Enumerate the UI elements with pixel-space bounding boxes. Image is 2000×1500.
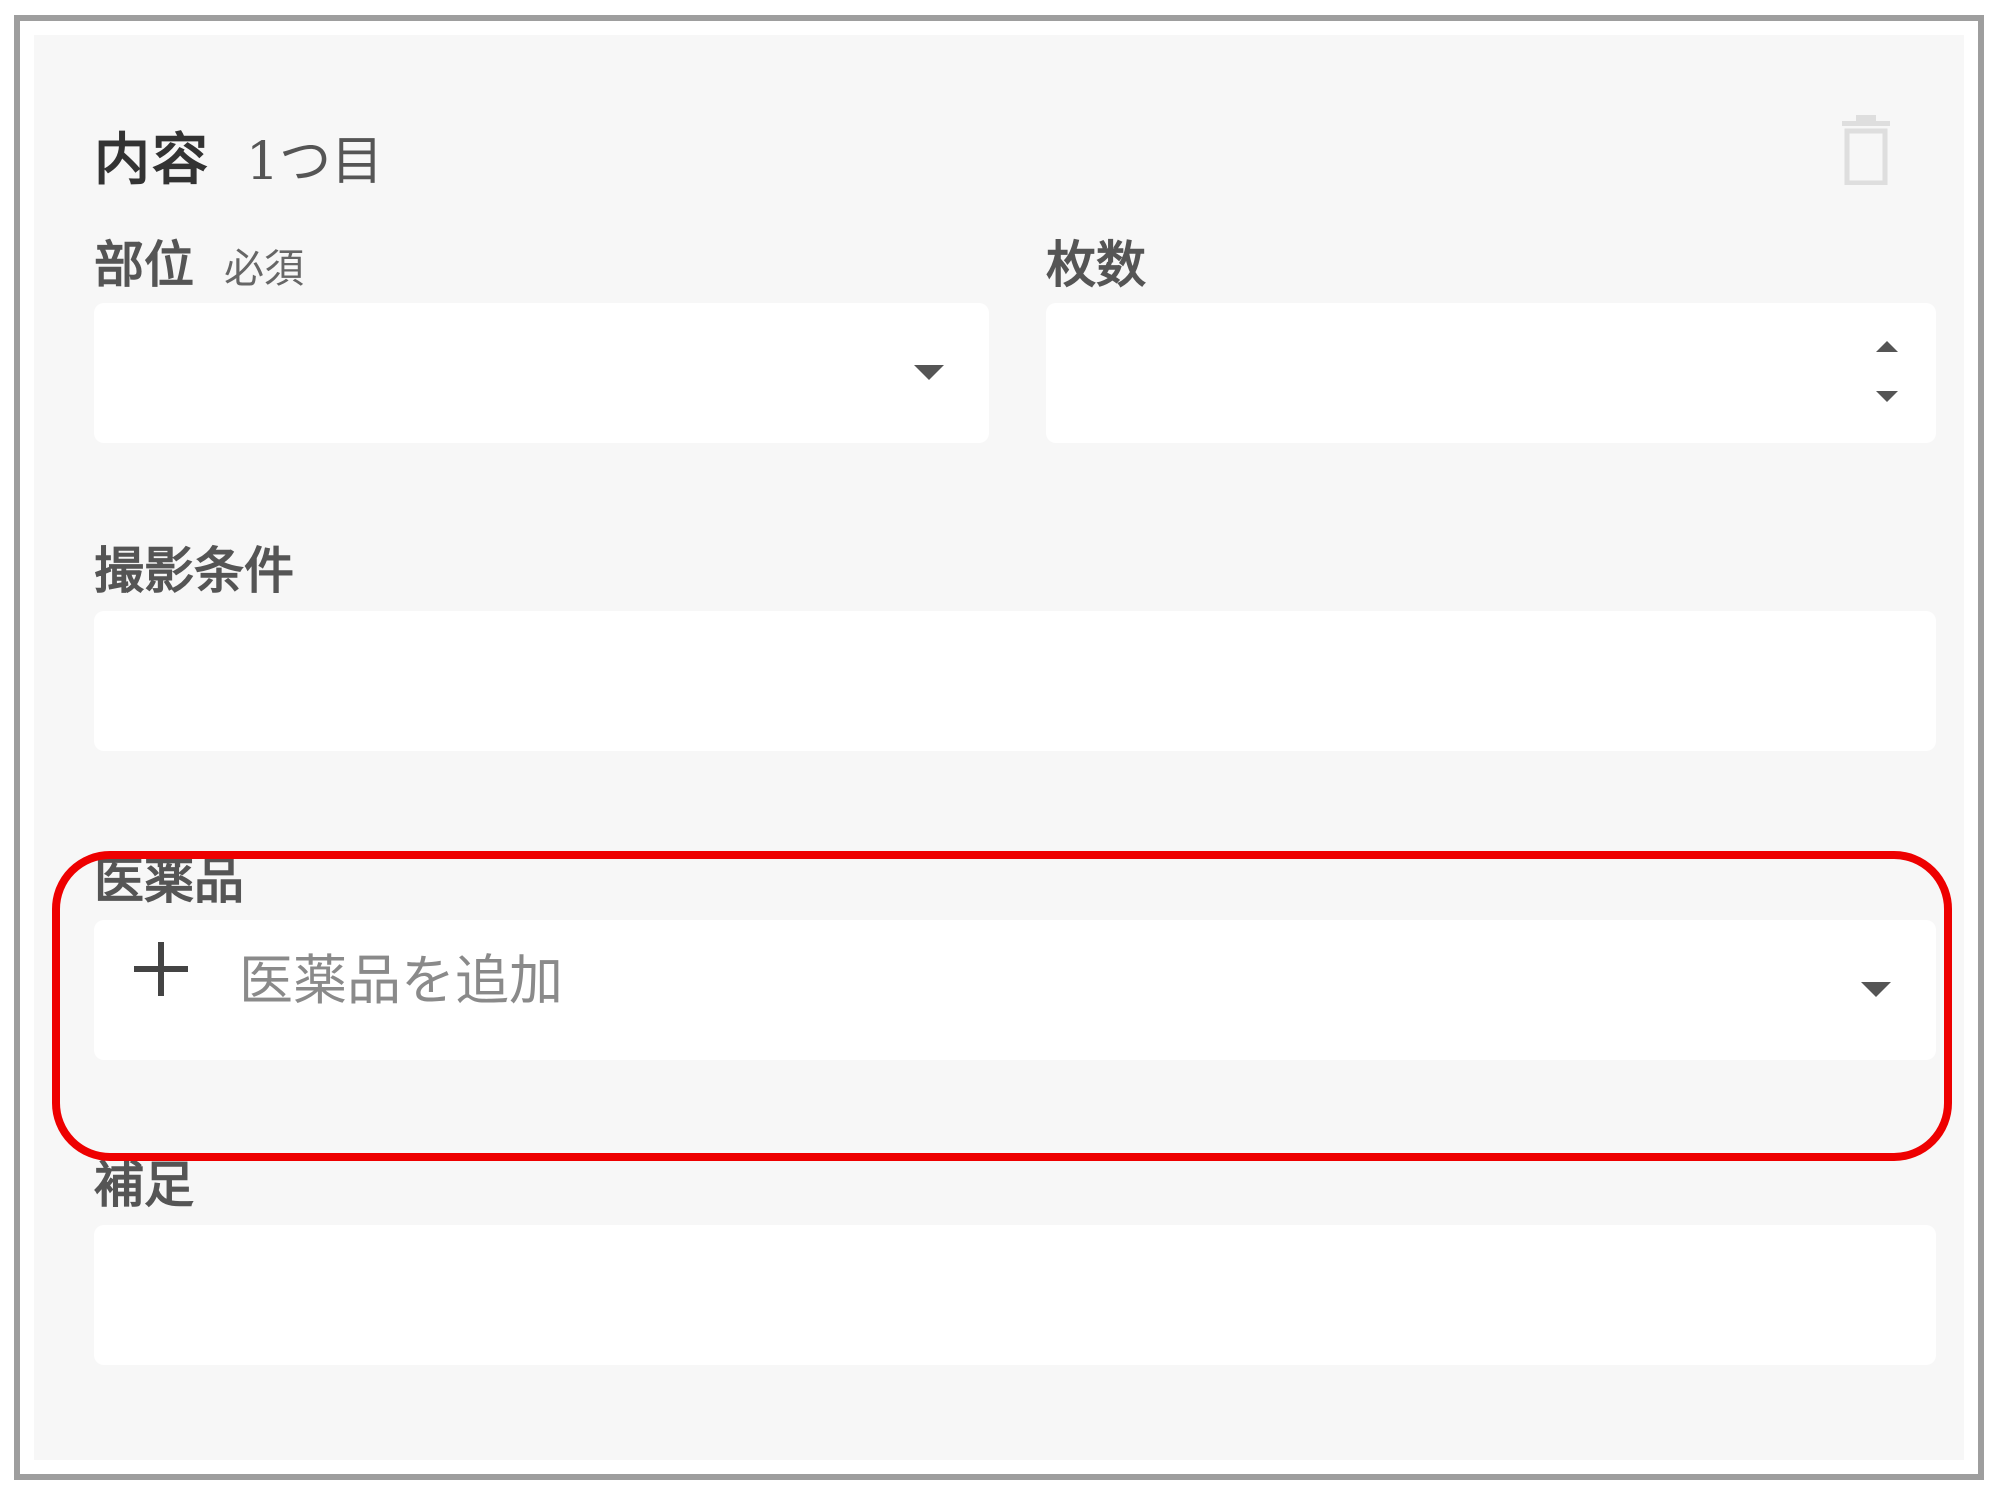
plus-icon [134,942,188,996]
required-badge: 必須 [224,246,304,292]
conditions-field-label: 撮影条件 [94,531,294,603]
medicine-field-label: 医薬品 [94,841,244,913]
medicine-label-text: 医薬品 [94,852,244,910]
chevron-down-icon [914,365,944,380]
site-select[interactable] [94,303,989,443]
count-label-text: 枚数 [1046,236,1146,294]
conditions-input[interactable] [94,611,1936,751]
count-field-label: 枚数 [1046,225,1146,297]
card-header: 内容 1つ目 [94,115,383,196]
conditions-label-text: 撮影条件 [94,542,294,600]
notes-input[interactable] [94,1225,1936,1365]
notes-label-text: 補足 [94,1156,194,1214]
count-number-input[interactable] [1046,303,1936,443]
site-label-text: 部位 [94,236,194,294]
trash-icon-svg [1842,115,1890,186]
notes-field-label: 補足 [94,1145,194,1217]
spinner-up-icon[interactable] [1876,341,1898,352]
trash-icon[interactable] [1838,115,1894,186]
content-card: 内容 1つ目 部位 必須 枚数 撮影条件 医薬品 医薬品を追加 補足 [34,35,1964,1460]
chevron-down-icon [1861,982,1891,997]
spinner-down-icon[interactable] [1876,391,1898,402]
site-field-label: 部位 必須 [94,225,304,297]
card-subtitle: 1つ目 [246,132,384,192]
outer-frame: 内容 1つ目 部位 必須 枚数 撮影条件 医薬品 医薬品を追加 補足 [14,15,1984,1480]
add-medicine-label: 医薬品を追加 [239,949,563,1012]
add-medicine-select[interactable]: 医薬品を追加 [94,920,1936,1060]
card-title: 内容 [94,128,210,193]
